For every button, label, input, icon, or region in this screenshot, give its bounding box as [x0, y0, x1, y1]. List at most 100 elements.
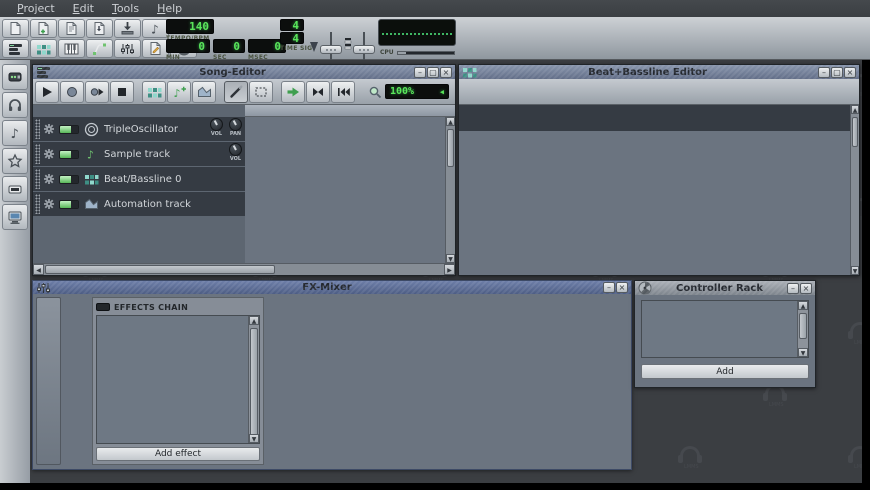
track-grip[interactable] — [35, 144, 40, 164]
follow-playback-button[interactable] — [281, 81, 305, 103]
vol-knob[interactable]: VOL — [229, 143, 242, 162]
mute-toggle[interactable] — [59, 150, 79, 159]
song-timeline[interactable] — [245, 105, 455, 117]
pan-knob[interactable]: PAN — [229, 118, 242, 137]
gear-icon[interactable] — [43, 173, 55, 185]
bb-vertical-scrollbar[interactable]: ▲ ▼ — [850, 105, 859, 275]
add-effect-button[interactable]: Add effect — [96, 447, 260, 461]
menu-project[interactable]: Project — [8, 2, 64, 15]
rewind-button[interactable] — [331, 81, 355, 103]
bb-editor-titlebar[interactable]: Beat+Bassline Editor –▢× — [459, 65, 859, 79]
edit-mode-button[interactable] — [249, 81, 273, 103]
controller-rack-titlebar[interactable]: Controller Rack –× — [635, 281, 815, 295]
add-sample-track-button[interactable]: ♪ — [167, 81, 191, 103]
recent-projects-button[interactable] — [58, 19, 85, 38]
track-row[interactable]: Beat/Bassline 0 — [33, 167, 245, 191]
menu-edit[interactable]: Edit — [64, 2, 103, 15]
close-button[interactable]: × — [844, 67, 856, 78]
gear-icon[interactable] — [43, 198, 55, 210]
minimize-button[interactable]: – — [787, 283, 799, 294]
timesig-numerator-lcd[interactable]: 4 — [280, 19, 304, 31]
song-horizontal-scrollbar[interactable]: ◀ ▶ — [33, 263, 455, 275]
track-row[interactable]: ♪Sample trackVOL — [33, 142, 245, 166]
minimize-button[interactable]: – — [818, 67, 830, 78]
draw-mode-button[interactable] — [224, 81, 248, 103]
toggle-song-editor-button[interactable] — [2, 39, 29, 58]
sidebar-home-button[interactable] — [2, 176, 28, 202]
sidebar-computer-button[interactable] — [2, 204, 28, 230]
track-grip[interactable] — [35, 194, 40, 214]
mute-toggle[interactable] — [59, 175, 79, 184]
scroll-up-arrow[interactable]: ▲ — [851, 105, 859, 114]
output-visualizer[interactable] — [378, 19, 456, 46]
track-grip[interactable] — [35, 169, 40, 189]
scroll-down-arrow[interactable]: ▼ — [446, 254, 455, 263]
toggle-project-notes-button[interactable] — [142, 39, 169, 58]
fx-mixer-titlebar[interactable]: FX-Mixer –× — [33, 281, 631, 294]
zoom-lcd[interactable]: 100%◀ — [385, 84, 449, 99]
knob-dial[interactable] — [229, 118, 242, 131]
toggle-piano-roll-button[interactable] — [58, 39, 85, 58]
time-min-lcd[interactable]: 0 — [166, 39, 210, 53]
record-accompany-button[interactable] — [85, 81, 109, 103]
gear-icon[interactable] — [43, 123, 55, 135]
controller-list-scrollbar[interactable]: ▲ ▼ — [797, 301, 808, 357]
mute-toggle[interactable] — [59, 200, 79, 209]
controller-list[interactable]: ▲ ▼ — [641, 300, 809, 358]
export-project-button[interactable] — [114, 19, 141, 38]
sidebar-presets-button[interactable]: ♪ — [2, 120, 28, 146]
export-midi-button[interactable]: ♪ — [142, 19, 169, 38]
scroll-right-arrow[interactable]: ▶ — [444, 264, 455, 275]
stop-button[interactable] — [110, 81, 134, 103]
maximize-button[interactable]: ▢ — [427, 67, 439, 78]
zoom-spin-arrow[interactable]: ◀ — [440, 88, 444, 96]
master-channel-strip[interactable] — [36, 297, 61, 465]
vol-knob[interactable]: VOL — [210, 118, 223, 137]
master-pitch-handle[interactable] — [353, 45, 375, 54]
scroll-down-arrow[interactable]: ▼ — [798, 348, 808, 357]
track-row[interactable]: TripleOscillatorVOLPAN — [33, 117, 245, 141]
scroll-thumb[interactable] — [447, 129, 454, 167]
scroll-left-arrow[interactable]: ◀ — [33, 264, 44, 275]
gear-icon[interactable] — [43, 148, 55, 160]
effects-chain-list[interactable]: ▲ ▼ — [96, 315, 260, 444]
knob-dial[interactable] — [210, 118, 223, 131]
sidebar-instruments-button[interactable] — [2, 64, 28, 90]
toggle-fx-mixer-button[interactable] — [114, 39, 141, 58]
toggle-automation-editor-button[interactable] — [86, 39, 113, 58]
loop-marker-button[interactable] — [306, 81, 330, 103]
effects-chain-enable-checkbox[interactable] — [96, 303, 110, 311]
sidebar-favorites-button[interactable] — [2, 148, 28, 174]
track-grip[interactable] — [35, 119, 40, 139]
menu-help[interactable]: Help — [148, 2, 191, 15]
scroll-up-arrow[interactable]: ▲ — [446, 117, 455, 126]
scroll-up-arrow[interactable]: ▲ — [798, 301, 808, 310]
scroll-thumb[interactable] — [799, 313, 807, 339]
time-sec-lcd[interactable]: 0 — [213, 39, 245, 53]
save-project-button[interactable] — [86, 19, 113, 38]
effects-chain-scrollbar[interactable]: ▲ ▼ — [248, 316, 259, 443]
minimize-button[interactable]: – — [603, 282, 615, 293]
play-button[interactable] — [35, 81, 59, 103]
open-project-button[interactable] — [30, 19, 57, 38]
menu-tools[interactable]: Tools — [103, 2, 148, 15]
tempo-lcd[interactable]: 140 — [166, 19, 214, 34]
add-automation-track-button[interactable] — [192, 81, 216, 103]
minimize-button[interactable]: – — [414, 67, 426, 78]
knob-dial[interactable] — [229, 143, 242, 156]
sidebar-samples-button[interactable] — [2, 92, 28, 118]
new-project-button[interactable] — [2, 19, 29, 38]
maximize-button[interactable]: ▢ — [831, 67, 843, 78]
add-bb-track-button[interactable] — [142, 81, 166, 103]
close-button[interactable]: × — [616, 282, 628, 293]
time-sec-display[interactable]: 0SEC — [213, 39, 245, 61]
scroll-thumb[interactable] — [250, 328, 258, 438]
close-button[interactable]: × — [800, 283, 812, 294]
song-vertical-scrollbar[interactable]: ▲ ▼ — [445, 117, 455, 263]
record-button[interactable] — [60, 81, 84, 103]
master-volume-handle[interactable] — [320, 45, 342, 54]
toggle-bb-editor-button[interactable] — [30, 39, 57, 58]
song-editor-titlebar[interactable]: Song-Editor –▢× — [33, 65, 455, 79]
timesig-denominator-lcd[interactable]: 4 — [280, 32, 304, 44]
scroll-up-arrow[interactable]: ▲ — [249, 316, 259, 325]
